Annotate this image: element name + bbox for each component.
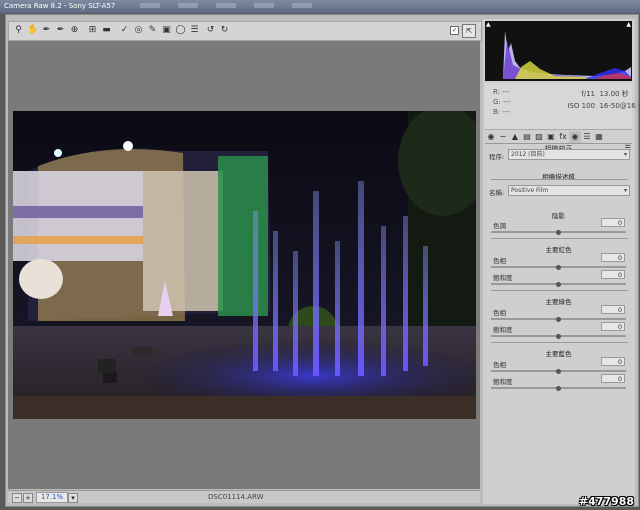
slider-track[interactable] bbox=[491, 385, 626, 391]
tab-effects[interactable]: fx bbox=[557, 131, 569, 143]
process-label: 程序: bbox=[489, 153, 505, 161]
slider-track[interactable] bbox=[491, 264, 626, 270]
slider-value[interactable]: 0 bbox=[601, 357, 625, 366]
panel-tabs: ◉ ∽ ▲ ▤ ▧ ▣ fx ◉ ☰ ▦ bbox=[485, 131, 632, 144]
watermark: #477988 bbox=[578, 495, 634, 508]
tab-detail[interactable]: ▲ bbox=[509, 131, 521, 143]
lens: 16-50@16 公釐 bbox=[599, 102, 640, 110]
tab-lens-corrections[interactable]: ▣ bbox=[545, 131, 557, 143]
adjustment-brush-icon[interactable]: ✎ bbox=[147, 25, 158, 36]
divider bbox=[491, 342, 628, 343]
slider-label: 色相 bbox=[493, 361, 506, 369]
red-eye-icon[interactable]: ◎ bbox=[133, 25, 144, 36]
file-name: DSC01114.ARW bbox=[208, 493, 264, 501]
slider-track[interactable] bbox=[491, 316, 626, 322]
crop-icon[interactable]: ⊞ bbox=[87, 25, 98, 36]
divider bbox=[491, 290, 628, 291]
night-plaza-photo bbox=[13, 111, 476, 419]
slider-value[interactable]: 0 bbox=[601, 218, 625, 227]
tab-snapshots[interactable]: ▦ bbox=[593, 131, 605, 143]
shutter: 13.00 秒 bbox=[599, 90, 629, 98]
window-title: Camera Raw 8.2 - Sony SLT-A57 bbox=[4, 2, 116, 10]
slider-track[interactable] bbox=[491, 229, 626, 235]
menu-placeholders bbox=[140, 3, 312, 8]
b-readout: B: --- bbox=[493, 108, 510, 116]
photo-preview[interactable] bbox=[13, 111, 476, 419]
r-readout: R: --- bbox=[493, 88, 510, 96]
divider bbox=[491, 179, 628, 180]
fullscreen-button[interactable]: ⇱ bbox=[462, 24, 476, 38]
zoom-menu-button[interactable]: ▾ bbox=[68, 493, 78, 503]
slider-label: 色調 bbox=[493, 222, 506, 230]
tab-presets[interactable]: ☰ bbox=[581, 131, 593, 143]
toolbar: ⚲ ✋ ✒ ✒ ⊕ ⊞ ▬ ✓ ◎ ✎ ▣ ◯ ☰ ↺ ↻ ✓ 預視 bbox=[8, 21, 482, 41]
iso: ISO 100 bbox=[567, 102, 595, 110]
zoom-level[interactable]: 17.1% bbox=[36, 492, 68, 503]
slider-label: 飽和度 bbox=[493, 326, 513, 334]
tab-split-toning[interactable]: ▧ bbox=[533, 131, 545, 143]
slider-value[interactable]: 0 bbox=[601, 374, 625, 383]
status-bar: − + 17.1% ▾ DSC01114.ARW bbox=[8, 490, 480, 503]
shadow-clip-icon[interactable]: ▲ bbox=[486, 21, 491, 28]
tab-hsl[interactable]: ▤ bbox=[521, 131, 533, 143]
slider-label: 飽和度 bbox=[493, 274, 513, 282]
aperture: f/11 bbox=[581, 90, 595, 98]
spot-removal-icon[interactable]: ✓ bbox=[119, 25, 130, 36]
histogram-graph bbox=[503, 31, 631, 79]
slider-value[interactable]: 0 bbox=[601, 253, 625, 262]
slider-thumb[interactable] bbox=[556, 229, 561, 235]
preferences-icon[interactable]: ☰ bbox=[189, 25, 200, 36]
tab-camera-calibration[interactable]: ◉ bbox=[569, 131, 581, 143]
tab-basic[interactable]: ◉ bbox=[485, 131, 497, 143]
slider-thumb[interactable] bbox=[556, 281, 561, 287]
process-select[interactable]: 2012 (目前) ▾ bbox=[508, 149, 630, 160]
zoom-in-button[interactable]: + bbox=[23, 493, 33, 503]
divider bbox=[491, 238, 628, 239]
slider-track[interactable] bbox=[491, 333, 626, 339]
slider-value[interactable]: 0 bbox=[601, 322, 625, 331]
g-readout: G: --- bbox=[493, 98, 511, 106]
highlight-clip-icon[interactable]: ▲ bbox=[626, 21, 631, 28]
histogram: ▲ ▲ bbox=[485, 21, 632, 81]
slider-value[interactable]: 0 bbox=[601, 270, 625, 279]
slider-thumb[interactable] bbox=[556, 368, 561, 374]
pixel-info: R: --- G: --- B: --- f/11 13.00 秒 ISO 10… bbox=[485, 83, 640, 130]
hand-icon[interactable]: ✋ bbox=[27, 25, 38, 36]
tab-tone-curve[interactable]: ∽ bbox=[497, 131, 509, 143]
zoom-out-button[interactable]: − bbox=[12, 493, 22, 503]
slider-thumb[interactable] bbox=[556, 333, 561, 339]
profile-select[interactable]: Positive Film ▾ bbox=[508, 185, 630, 196]
target-adjust-icon[interactable]: ⊕ bbox=[69, 25, 80, 36]
radial-filter-icon[interactable]: ◯ bbox=[175, 25, 186, 36]
slider-track[interactable] bbox=[491, 281, 626, 287]
preview-checkbox[interactable]: ✓ bbox=[450, 25, 459, 35]
name-label: 名稱: bbox=[489, 189, 505, 197]
slider-thumb[interactable] bbox=[556, 316, 561, 322]
straighten-icon[interactable]: ▬ bbox=[101, 25, 112, 36]
right-panel: ▲ ▲ R: --- G: --- B: --- f/11 13.00 秒 IS… bbox=[483, 19, 640, 504]
slider-thumb[interactable] bbox=[556, 264, 561, 270]
slider-track[interactable] bbox=[491, 368, 626, 374]
graduated-filter-icon[interactable]: ▣ bbox=[161, 25, 172, 36]
rotate-cw-icon[interactable]: ↻ bbox=[219, 25, 230, 36]
slider-value[interactable]: 0 bbox=[601, 305, 625, 314]
color-sampler-icon[interactable]: ✒ bbox=[55, 25, 66, 36]
slider-label: 飽和度 bbox=[493, 378, 513, 386]
slider-label: 色相 bbox=[493, 257, 506, 265]
title-bar: Camera Raw 8.2 - Sony SLT-A57 bbox=[0, 0, 640, 13]
rotate-ccw-icon[interactable]: ↺ bbox=[205, 25, 216, 36]
slider-thumb[interactable] bbox=[556, 385, 561, 391]
white-balance-icon[interactable]: ✒ bbox=[41, 25, 52, 36]
slider-label: 色相 bbox=[493, 309, 506, 317]
zoom-icon[interactable]: ⚲ bbox=[13, 25, 24, 36]
